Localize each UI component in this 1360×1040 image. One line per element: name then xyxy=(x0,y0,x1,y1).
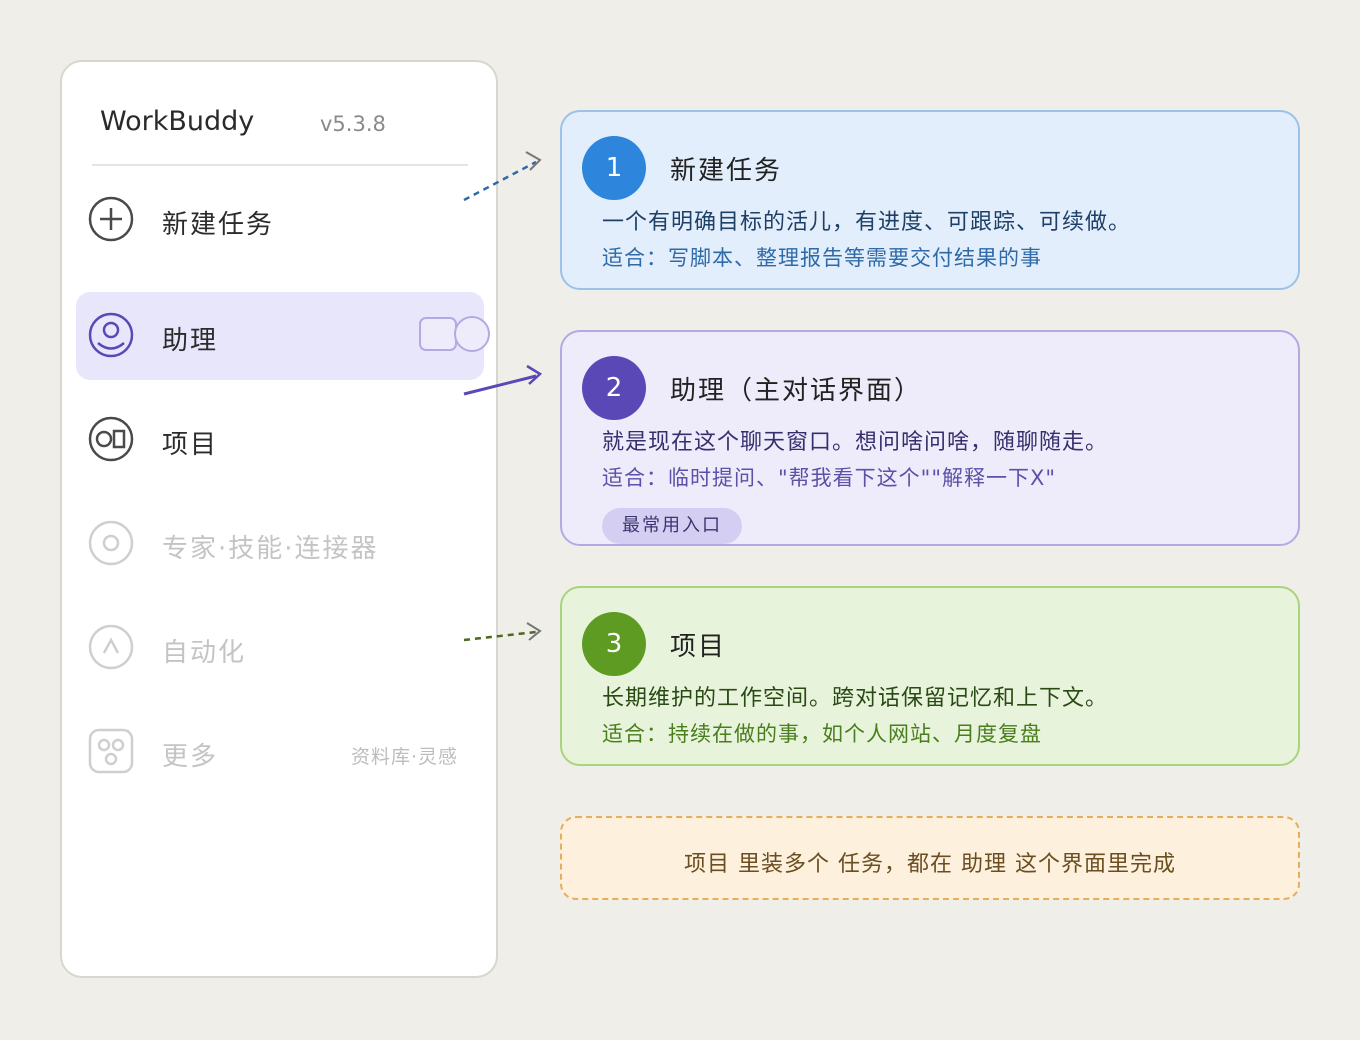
card-description: 就是现在这个聊天窗口。想问啥问啥，随聊随走。 xyxy=(602,430,1109,455)
card-note: 适合：持续在做的事，如个人网站、月度复盘 xyxy=(602,722,1042,746)
card-new-task: 1 新建任务 一个有明确目标的活儿，有进度、可跟踪、可续做。 适合：写脚本、整理… xyxy=(560,110,1300,290)
summary-text: 项目 里装多个 任务，都在 助理 这个界面里完成 xyxy=(684,852,1176,877)
card-title: 助理（主对话界面） xyxy=(670,376,923,406)
card-title: 新建任务 xyxy=(670,156,783,186)
summary-box: 项目 里装多个 任务，都在 助理 这个界面里完成 xyxy=(560,816,1300,900)
card-project: 3 项目 长期维护的工作空间。跨对话保留记忆和上下文。 适合：持续在做的事，如个… xyxy=(560,586,1300,766)
connector-arrow-3 xyxy=(463,622,542,642)
card-note: 适合：写脚本、整理报告等需要交付结果的事 xyxy=(602,246,1042,270)
connector-arrow-2 xyxy=(463,364,543,396)
card-title: 项目 xyxy=(670,632,727,662)
card-description: 长期维护的工作空间。跨对话保留记忆和上下文。 xyxy=(602,686,1109,711)
connector-arrow-1 xyxy=(463,151,542,202)
card-description: 一个有明确目标的活儿，有进度、可跟踪、可续做。 xyxy=(602,210,1132,235)
most-used-tag: 最常用入口 xyxy=(602,508,742,544)
card-note: 适合：临时提问、"帮我看下这个""解释一下X" xyxy=(602,466,1057,490)
card-number-badge: 2 xyxy=(582,356,646,420)
card-number-badge: 1 xyxy=(582,136,646,200)
card-assistant: 2 助理（主对话界面） 就是现在这个聊天窗口。想问啥问啥，随聊随走。 适合：临时… xyxy=(560,330,1300,546)
card-number-badge: 3 xyxy=(582,612,646,676)
